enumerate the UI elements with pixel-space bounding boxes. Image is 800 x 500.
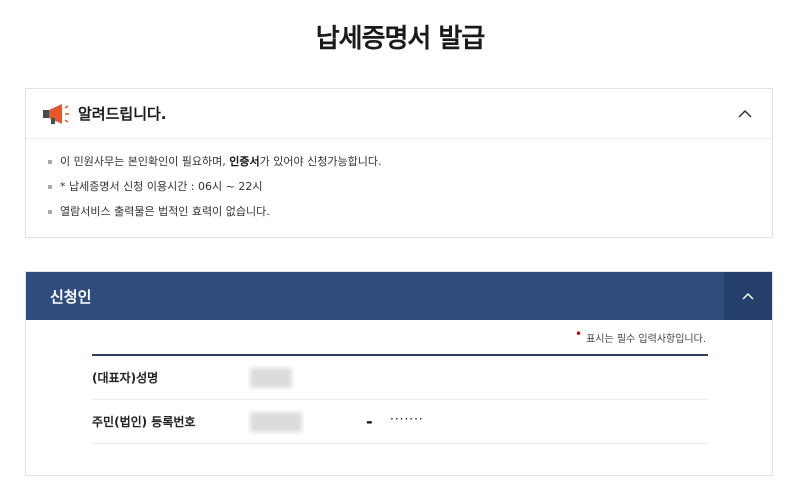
- notice-item: 이 민원사무는 본인확인이 필요하며, 인증서가 있어야 신청가능합니다.: [48, 149, 772, 174]
- page-title: 납세증명서 발급: [315, 24, 486, 54]
- name-label: (대표자)성명: [92, 371, 159, 385]
- chevron-up-icon[interactable]: [736, 105, 754, 123]
- registration-number-separator: -: [366, 412, 373, 431]
- notice-title: 알려드립니다.: [78, 105, 167, 123]
- applicant-form: (대표자)성명 주민(법인) 등록번호 - ·······: [92, 354, 708, 444]
- form-row-registration-number: 주민(법인) 등록번호 - ·······: [92, 400, 708, 444]
- required-dot-icon: •: [574, 327, 583, 341]
- applicant-collapse-button[interactable]: [724, 272, 772, 320]
- applicant-title: 신청인: [50, 287, 92, 306]
- bullet-icon: [48, 184, 52, 189]
- registration-number-label: 주민(법인) 등록번호: [92, 415, 196, 429]
- form-row-name: (대표자)성명: [92, 356, 708, 400]
- bullet-icon: [48, 159, 52, 164]
- name-field-redacted[interactable]: [250, 367, 292, 388]
- required-note: • 표시는 필수 입력사항입니다.: [574, 327, 706, 345]
- notice-header[interactable]: 알려드립니다.: [26, 89, 772, 139]
- megaphone-icon: [43, 103, 69, 124]
- chevron-up-icon: [742, 292, 754, 300]
- registration-number-masked: ·······: [390, 412, 424, 426]
- notice-item-text: * 납세증명서 신청 이용시간 : 06시 ~ 22시: [60, 180, 263, 193]
- notice-item: * 납세증명서 신청 이용시간 : 06시 ~ 22시: [48, 174, 772, 199]
- registration-number-redacted[interactable]: [250, 411, 302, 432]
- notice-panel: 알려드립니다. 이 민원사무는 본인확인이 필요하며, 인증서가 있어야 신청가…: [25, 88, 773, 238]
- notice-item-text: 열람서비스 출력물은 법적인 효력이 없습니다.: [60, 205, 270, 218]
- bullet-icon: [48, 209, 52, 214]
- notice-list: 이 민원사무는 본인확인이 필요하며, 인증서가 있어야 신청가능합니다. * …: [26, 139, 772, 224]
- applicant-panel: 신청인 • 표시는 필수 입력사항입니다. (대표자)성명 주민(법인) 등록번호…: [25, 271, 773, 476]
- applicant-header: 신청인: [26, 272, 772, 320]
- notice-item-text: 이 민원사무는 본인확인이 필요하며, 인증서가 있어야 신청가능합니다.: [60, 155, 382, 168]
- notice-item: 열람서비스 출력물은 법적인 효력이 없습니다.: [48, 199, 772, 224]
